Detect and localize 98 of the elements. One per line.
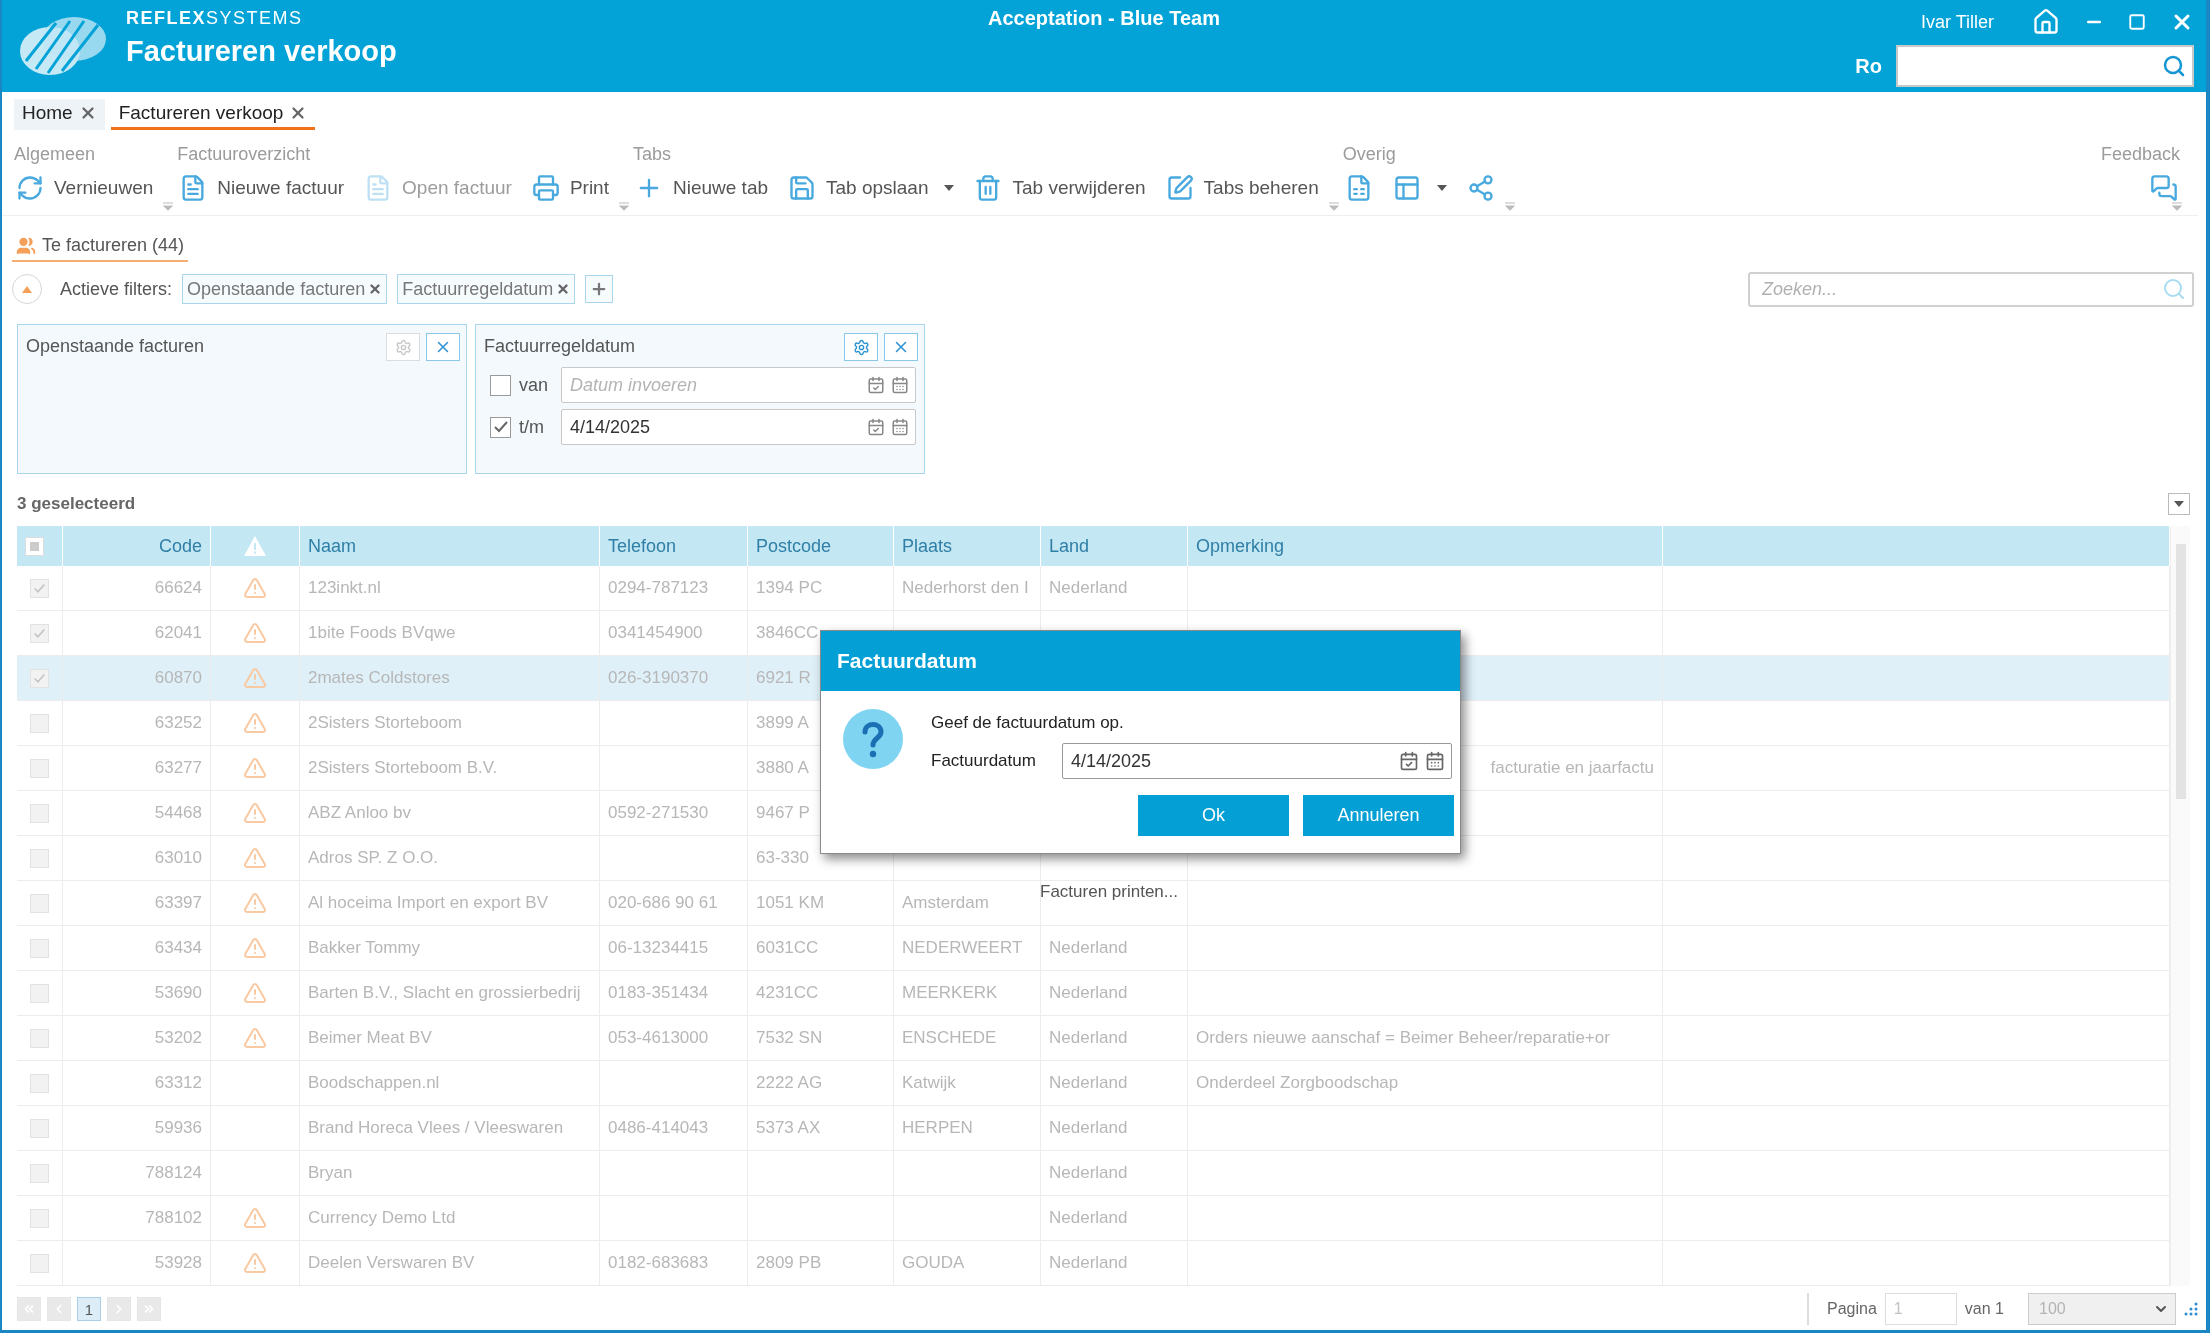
table-cell: 0486-414043 [608, 1118, 709, 1138]
table-cell: 7532 SN [756, 1028, 823, 1048]
table-cell: 4231CC [756, 983, 819, 1003]
table-cell: Nederland [1049, 938, 1128, 958]
table-cell: 62041 [154, 623, 202, 643]
table-cell: 59936 [154, 1118, 202, 1138]
brand-name: REFLEXSYSTEMS [126, 8, 304, 29]
table-cell: 123inkt.nl [308, 578, 381, 598]
table-cell: Nederland [1049, 983, 1128, 1003]
selection-count: 3 geselecteerd [17, 494, 136, 514]
table-cell: Barten B.V., Slacht en grossierbedrij [308, 983, 581, 1003]
table-cell: 0592-271530 [608, 803, 709, 823]
table-cell: 54468 [154, 803, 202, 823]
table-cell: Boodschappen.nl [308, 1073, 440, 1093]
table-cell: 0294-787123 [608, 578, 709, 598]
table-cell: Currency Demo Ltd [308, 1208, 456, 1228]
table-cell: Bakker Tommy [308, 938, 421, 958]
table-cell: 053-4613000 [608, 1028, 709, 1048]
dialog-message: Geef de factuurdatum op. [931, 713, 1125, 733]
table-cell: Nederland [1049, 1118, 1128, 1138]
table-cell: 63277 [154, 758, 202, 778]
table-cell: 0182-683683 [608, 1253, 709, 1273]
table-cell: Amsterdam [902, 893, 989, 913]
page-label: Pagina [1827, 1300, 1877, 1318]
page-total: van 1 [1964, 1300, 2004, 1318]
table-cell: 1bite Foods BVqwe [308, 623, 456, 643]
table-cell: Deelen Verswaren BV [308, 1253, 475, 1273]
table-cell: 2mates Coldstores [308, 668, 450, 688]
table-cell: 2809 PB [756, 1253, 822, 1273]
table-cell: Nederland [1049, 1073, 1128, 1093]
panel-title: Factuurregeldatum [484, 335, 636, 357]
table-cell: 1394 PC [756, 578, 823, 598]
table-cell: Nederland [1049, 578, 1128, 598]
table-cell: 66624 [154, 578, 202, 598]
table-cell: 2Sisters Storteboom [308, 713, 462, 733]
table-cell: 026-3190370 [608, 668, 709, 688]
table-cell: Onderdeel Zorgboodschap [1196, 1073, 1399, 1093]
table-cell: 63397 [154, 893, 202, 913]
table-cell: 0183-351434 [608, 983, 709, 1003]
table-cell: 2222 AG [756, 1073, 823, 1093]
table-cell: Orders nieuwe aanschaf = Beimer Beheer/reparatie+or [1196, 1028, 1610, 1048]
table-cell: facturatie en jaarfactu [1490, 758, 1654, 778]
table-cell: 3899 A [756, 713, 809, 733]
group-label: Algemeen [14, 143, 96, 166]
table-cell: 53928 [154, 1253, 202, 1273]
table-cell: 3846CC [756, 623, 819, 643]
table-cell: 0341454900 [608, 623, 703, 643]
table-cell: Nederland [1049, 1253, 1128, 1273]
table-cell: 6031CC [756, 938, 819, 958]
table-cell: ABZ Anloo bv [308, 803, 411, 823]
table-cell: Nederhorst den I [902, 578, 1029, 598]
panel-title: Openstaande facturen [26, 335, 205, 357]
table-cell: 9467 P [756, 803, 810, 823]
status-text: Facturen printen... [1040, 882, 1178, 902]
table-cell: Nederland [1049, 1163, 1128, 1183]
table-cell: MEERKERK [902, 983, 998, 1003]
table-cell: 020-686 90 61 [608, 893, 718, 913]
table-cell: 06-13234415 [608, 938, 709, 958]
group-label: Tabs [632, 143, 671, 166]
table-cell: 63010 [154, 848, 202, 868]
table-cell: 63312 [154, 1073, 202, 1093]
group-label: Feedback [2100, 143, 2180, 166]
table-cell: 2Sisters Storteboom B.V. [308, 758, 498, 778]
table-cell: 63-330 [756, 848, 809, 868]
table-cell: NEDERWEERT [902, 938, 1023, 958]
table-cell: Brand Horeca Vlees / Vleeswaren [308, 1118, 564, 1138]
company-code: Ro [1855, 54, 1882, 78]
table-cell: GOUDA [902, 1253, 965, 1273]
table-cell: 53690 [154, 983, 202, 1003]
group-label: Factuuroverzicht [177, 143, 311, 166]
table-cell: 788124 [145, 1163, 202, 1183]
table-cell: Adros SP. Z O.O. [308, 848, 439, 868]
table-cell: Beimer Meat BV [308, 1028, 432, 1048]
table-cell: Katwijk [902, 1073, 956, 1093]
table-cell: 5373 AX [756, 1118, 821, 1138]
field-label: van [519, 374, 550, 396]
field-label: Factuurdatum [931, 751, 1036, 771]
table-cell: 788102 [145, 1208, 202, 1228]
table-cell: 53202 [154, 1028, 202, 1048]
field-label: t/m [519, 416, 545, 438]
user-name: Ivar Tiller [1921, 11, 1994, 33]
table-cell: 1051 KM [756, 893, 825, 913]
table-cell: 60870 [154, 668, 202, 688]
group-label: Overig [1342, 143, 1396, 166]
table-cell: Al hoceima Import en export BV [308, 893, 548, 913]
window-title: Acceptation - Blue Team [988, 7, 1220, 30]
filters-label: Actieve filters: [60, 278, 173, 300]
table-cell: Nederland [1049, 1028, 1128, 1048]
table-cell: HERPEN [902, 1118, 973, 1138]
table-cell: 3880 A [756, 758, 809, 778]
app-title: Factureren verkoop [126, 35, 397, 68]
dialog-title: Factuurdatum [821, 631, 1460, 691]
table-cell: 63252 [154, 713, 202, 733]
table-cell: Nederland [1049, 1208, 1128, 1228]
table-cell: Bryan [308, 1163, 353, 1183]
table-cell: ENSCHEDE [902, 1028, 997, 1048]
table-cell: 63434 [154, 938, 202, 958]
table-cell: 6921 R [756, 668, 811, 688]
